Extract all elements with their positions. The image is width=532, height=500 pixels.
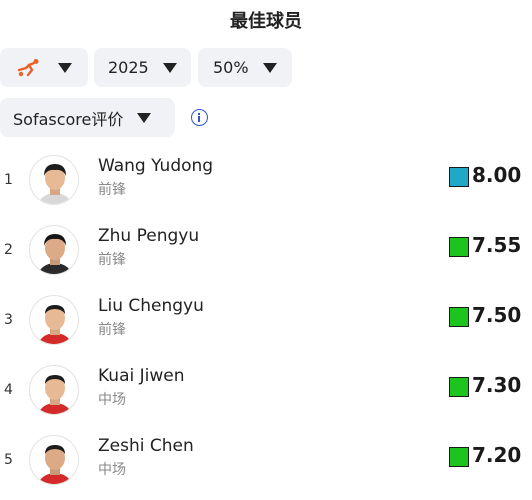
player-rating: 7.30 <box>472 373 522 397</box>
player-position: 前锋 <box>98 182 126 198</box>
player-avatar <box>29 365 79 415</box>
rating-type-dropdown[interactable]: Sofascore评价 <box>0 98 175 137</box>
player-avatar <box>29 435 79 485</box>
player-name: Zeshi Chen <box>98 436 194 456</box>
sport-filter-dropdown[interactable] <box>0 48 88 87</box>
rating-color-swatch <box>449 237 469 257</box>
player-position: 前锋 <box>98 322 126 338</box>
player-avatar <box>29 155 79 205</box>
player-position: 中场 <box>98 392 126 408</box>
player-name: Wang Yudong <box>98 156 214 176</box>
player-rating: 8.00 <box>472 163 522 187</box>
football-kick-icon <box>16 58 42 78</box>
player-position: 前锋 <box>98 252 126 268</box>
rating-type-value: Sofascore评价 <box>13 109 124 129</box>
player-row[interactable]: 5 Zeshi Chen 中场 7.20 <box>0 432 532 500</box>
player-rank: 3 <box>4 312 13 328</box>
player-rating: 7.55 <box>472 233 522 257</box>
player-name: Liu Chengyu <box>98 296 204 316</box>
year-filter-dropdown[interactable]: 2025 <box>94 48 191 87</box>
percentage-filter-dropdown[interactable]: 50% <box>198 48 292 87</box>
player-avatar <box>29 295 79 345</box>
rating-color-swatch <box>449 167 469 187</box>
page-title: 最佳球员 <box>230 11 302 32</box>
player-row[interactable]: 1 Wang Yudong 前锋 8.00 <box>0 152 532 222</box>
player-rating: 7.50 <box>472 303 522 327</box>
player-row[interactable]: 4 Kuai Jiwen 中场 7.30 <box>0 362 532 432</box>
player-name: Zhu Pengyu <box>98 226 200 246</box>
chevron-down-icon <box>162 62 177 73</box>
rating-color-swatch <box>449 377 469 397</box>
info-icon[interactable] <box>191 109 208 126</box>
player-position: 中场 <box>98 462 126 478</box>
rating-color-swatch <box>449 447 469 467</box>
player-row[interactable]: 2 Zhu Pengyu 前锋 7.55 <box>0 222 532 292</box>
player-rank: 5 <box>4 452 13 468</box>
player-avatar <box>29 225 79 275</box>
chevron-down-icon <box>58 62 72 73</box>
percentage-filter-value: 50% <box>213 58 249 77</box>
rating-color-swatch <box>449 307 469 327</box>
player-row[interactable]: 3 Liu Chengyu 前锋 7.50 <box>0 292 532 362</box>
player-rank: 2 <box>4 242 13 258</box>
player-rank: 4 <box>4 382 13 398</box>
player-name: Kuai Jiwen <box>98 366 185 386</box>
year-filter-value: 2025 <box>108 58 149 77</box>
chevron-down-icon <box>137 112 152 123</box>
chevron-down-icon <box>262 62 277 73</box>
player-rank: 1 <box>4 172 13 188</box>
player-rating: 7.20 <box>472 443 522 467</box>
